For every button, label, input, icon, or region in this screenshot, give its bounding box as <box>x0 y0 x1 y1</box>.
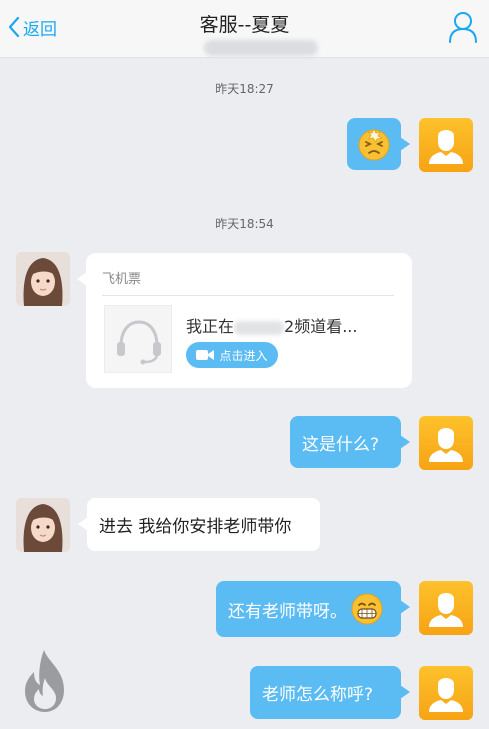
message-bubble-self[interactable]: 这是什么? <box>290 416 410 468</box>
headset-icon <box>117 320 161 365</box>
blurred-subtitle <box>204 40 318 56</box>
fire-icon <box>25 650 64 712</box>
message-bubble-other[interactable]: 进去 我给你安排老师带你 <box>78 498 320 551</box>
user-silhouette-icon <box>429 428 463 462</box>
grinning-face-emoji <box>351 593 383 625</box>
message-bubble-self[interactable]: 还有老师带呀。 <box>216 581 410 637</box>
timestamp: 昨天18:54 <box>215 217 274 231</box>
video-camera-icon <box>196 350 215 360</box>
agent-photo <box>16 498 70 552</box>
avatar-self[interactable] <box>419 666 473 720</box>
message-text: 还有老师带呀。 <box>228 601 347 622</box>
agent-photo <box>16 252 70 306</box>
message-bubble-self[interactable]: 老师怎么称呼? <box>250 666 410 719</box>
message-text: 老师怎么称呼? <box>262 685 374 705</box>
message-text: 这是什么? <box>302 434 380 455</box>
share-card[interactable]: 飞机票 我正在 2频道看... 点击进入 <box>77 253 412 388</box>
user-silhouette-icon <box>429 593 463 627</box>
card-label: 飞机票 <box>102 272 142 287</box>
avatar-self[interactable] <box>419 581 473 635</box>
card-text: 我正在 2频道看... <box>186 317 358 336</box>
user-silhouette-icon <box>429 678 463 712</box>
avatar-self[interactable] <box>419 118 473 172</box>
dizzy-face-emoji <box>358 128 390 161</box>
avatar-self[interactable] <box>419 416 473 470</box>
blurred-text <box>234 320 285 335</box>
user-outline-icon <box>449 12 477 43</box>
card-thumbnail <box>104 305 172 373</box>
timestamp: 昨天18:27 <box>215 82 274 96</box>
user-silhouette-icon <box>429 130 463 164</box>
message-bubble-emoji[interactable] <box>347 118 410 170</box>
avatar-agent[interactable] <box>16 498 70 552</box>
nav-bar: 返回 客服--夏夏 <box>0 0 489 58</box>
enter-button-label: 点击进入 <box>219 348 268 363</box>
fire-button[interactable] <box>20 648 70 714</box>
avatar-agent[interactable] <box>16 252 70 306</box>
enter-button[interactable]: 点击进入 <box>186 342 278 368</box>
page-title: 客服--夏夏 <box>199 14 290 36</box>
profile-button[interactable] <box>447 10 479 44</box>
message-text: 进去 我给你安排老师带你 <box>99 517 292 537</box>
card-divider <box>102 295 394 296</box>
